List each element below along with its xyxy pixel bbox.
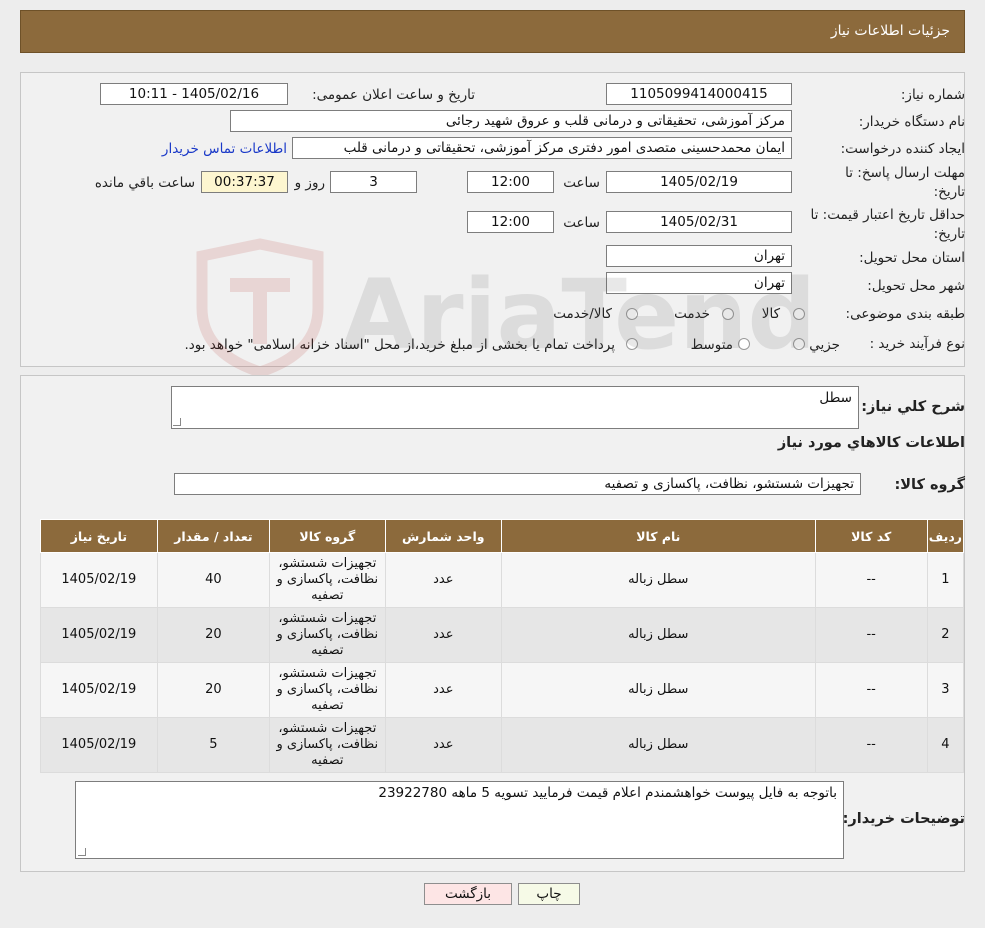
table-row: 3 -- سطل زباله عدد تجهیزات شستشو، نظافت،… <box>40 662 965 718</box>
col-goods-name: نام کالا <box>501 519 816 553</box>
cell-unit: عدد <box>384 662 503 718</box>
cell-row-number: 1 <box>926 552 965 608</box>
deadline-time-label: ساعت <box>563 175 600 191</box>
cell-goods-group: تجهیزات شستشو، نظافت، پاکسازی و تصفیه <box>269 552 386 608</box>
cell-goods-name: سطل زباله <box>501 717 816 773</box>
province-label: استان محل تحویل: <box>859 250 965 266</box>
print-button[interactable]: چاپ <box>518 883 580 905</box>
cell-need-date: 1405/02/19 <box>40 717 158 773</box>
category-option-goods-service: کالا/خدمت <box>553 306 612 322</box>
cell-need-date: 1405/02/19 <box>40 607 158 663</box>
cell-need-date: 1405/02/19 <box>40 662 158 718</box>
table-row: 1 -- سطل زباله عدد تجهیزات شستشو، نظافت،… <box>40 552 965 608</box>
requester-field[interactable]: ایمان محمدحسینی متصدی امور دفتری مرکز آم… <box>292 137 792 159</box>
cell-unit: عدد <box>384 717 503 773</box>
table-row: 4 -- سطل زباله عدد تجهیزات شستشو، نظافت،… <box>40 717 965 773</box>
remaining-time-label: ساعت باقي مانده <box>94 175 195 191</box>
notes-resize-handle[interactable] <box>78 848 86 856</box>
category-radio-goods[interactable] <box>793 308 805 320</box>
category-option-goods: کالا <box>761 306 780 322</box>
col-row-number: ردیف <box>926 519 965 553</box>
cell-goods-name: سطل زباله <box>501 607 816 663</box>
announce-datetime-field[interactable]: 1405/02/16 - 10:11 <box>100 83 288 105</box>
cell-quantity: 40 <box>156 552 271 608</box>
cell-goods-group: تجهیزات شستشو، نظافت، پاکسازی و تصفیه <box>269 717 386 773</box>
cell-row-number: 2 <box>926 607 965 663</box>
cell-goods-group: تجهیزات شستشو، نظافت، پاکسازی و تصفیه <box>269 662 386 718</box>
days-remaining-field[interactable]: 3 <box>330 171 417 193</box>
deadline-label-date: تاریخ: <box>933 184 965 200</box>
cell-goods-group: تجهیزات شستشو، نظافت، پاکسازی و تصفیه <box>269 607 386 663</box>
process-radio-medium[interactable] <box>738 338 750 350</box>
col-goods-code: کد کالا <box>814 519 928 553</box>
col-goods-group: گروه کالا <box>269 519 386 553</box>
payment-note: پرداخت تمام یا بخشی از مبلغ خرید،از محل … <box>184 337 615 353</box>
deadline-time-field[interactable]: 12:00 <box>467 171 554 193</box>
buyer-contact-link[interactable]: اطلاعات تماس خریدار <box>162 141 287 157</box>
process-option-medium: متوسط <box>690 337 733 353</box>
buyer-notes-label: توضیحات خریدار: <box>842 811 965 827</box>
col-quantity: تعداد / مقدار <box>156 519 271 553</box>
cell-need-date: 1405/02/19 <box>40 552 158 608</box>
cell-goods-code: -- <box>814 552 928 608</box>
deadline-date-field[interactable]: 1405/02/19 <box>606 171 792 193</box>
cell-goods-name: سطل زباله <box>501 662 816 718</box>
category-label: طبقه بندی موضوعی: <box>845 306 965 322</box>
buyer-org-label: نام دستگاه خریدار: <box>858 114 965 130</box>
category-radio-goods-service[interactable] <box>626 308 638 320</box>
remaining-time-field: 00:37:37 <box>201 171 288 193</box>
cell-quantity: 20 <box>156 607 271 663</box>
validity-time-field[interactable]: 12:00 <box>467 211 554 233</box>
col-unit: واحد شمارش <box>384 519 503 553</box>
announce-datetime-label: تاریخ و ساعت اعلان عمومی: <box>312 87 475 103</box>
need-summary-field[interactable]: سطل <box>171 386 859 429</box>
table-row: 2 -- سطل زباله عدد تجهیزات شستشو، نظافت،… <box>40 607 965 663</box>
cell-goods-code: -- <box>814 662 928 718</box>
process-radio-minor[interactable] <box>793 338 805 350</box>
validity-label: حداقل تاریخ اعتبار قیمت: تا <box>810 207 965 223</box>
validity-date-field[interactable]: 1405/02/31 <box>606 211 792 233</box>
cell-row-number: 3 <box>926 662 965 718</box>
deadline-label: مهلت ارسال پاسخ: تا <box>845 165 965 181</box>
goods-table: ردیف کد کالا نام کالا واحد شمارش گروه کا… <box>40 519 965 773</box>
category-option-service: خدمت <box>674 306 710 322</box>
payment-option-radio[interactable] <box>626 338 638 350</box>
need-summary-label: شرح کلي نیاز: <box>861 399 965 415</box>
cell-goods-code: -- <box>814 717 928 773</box>
cell-row-number: 4 <box>926 717 965 773</box>
need-number-label: شماره نیاز: <box>900 87 965 103</box>
goods-table-header: ردیف کد کالا نام کالا واحد شمارش گروه کا… <box>40 519 965 553</box>
validity-time-label: ساعت <box>563 215 600 231</box>
province-field[interactable]: تهران <box>606 245 792 267</box>
requester-label: ایجاد کننده درخواست: <box>840 141 965 157</box>
cell-quantity: 5 <box>156 717 271 773</box>
page-title: جزئیات اطلاعات نیاز <box>830 23 950 39</box>
city-field[interactable]: تهران <box>606 272 792 294</box>
back-button[interactable]: بازگشت <box>424 883 512 905</box>
need-number-field[interactable]: 1105099414000415 <box>606 83 792 105</box>
process-option-minor: جزیي <box>809 337 840 353</box>
summary-resize-handle[interactable] <box>173 418 181 426</box>
goods-group-label: گروه کالا: <box>894 477 965 493</box>
page-header: جزئیات اطلاعات نیاز <box>20 10 965 53</box>
validity-label-date: تاریخ: <box>933 226 965 242</box>
goods-group-field[interactable]: تجهیزات شستشو، نظافت، پاکسازی و تصفیه <box>174 473 861 495</box>
buyer-org-field[interactable]: مرکز آموزشی، تحقیقاتی و درمانی قلب و عرو… <box>230 110 792 132</box>
cell-goods-code: -- <box>814 607 928 663</box>
process-type-label: نوع فرآیند خرید : <box>869 336 965 352</box>
cell-quantity: 20 <box>156 662 271 718</box>
days-label: روز و <box>294 175 325 191</box>
category-radio-service[interactable] <box>722 308 734 320</box>
city-label: شهر محل تحویل: <box>867 278 965 294</box>
buyer-notes-field[interactable]: باتوجه به فایل پیوست خواهشمندم اعلام قیم… <box>75 781 844 859</box>
cell-goods-name: سطل زباله <box>501 552 816 608</box>
cell-unit: عدد <box>384 552 503 608</box>
cell-unit: عدد <box>384 607 503 663</box>
col-need-date: تاریخ نیاز <box>40 519 158 553</box>
goods-info-title: اطلاعات کالاهاي مورد نیاز <box>777 435 965 451</box>
